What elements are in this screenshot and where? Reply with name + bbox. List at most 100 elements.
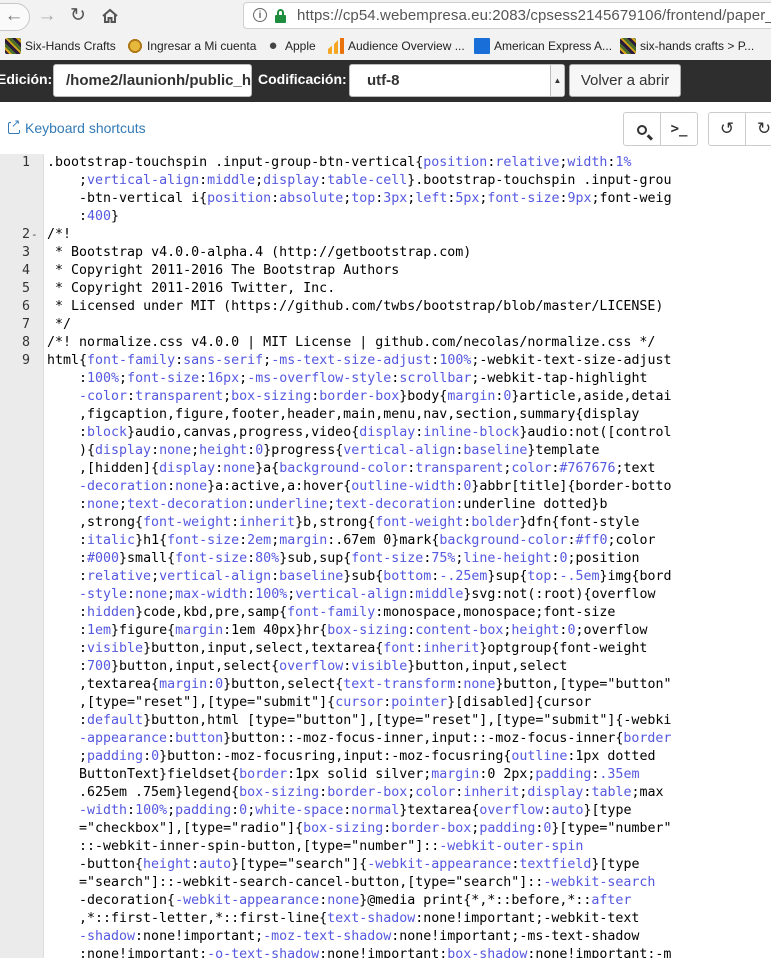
line-number: 8 <box>21 335 30 350</box>
browser-chrome: ← → ↻ i https://cp54.webempresa.eu:2083/… <box>0 0 771 60</box>
code-line[interactable]: -button{height:auto}[type="search"]{-web… <box>79 856 639 874</box>
code-line[interactable]: ,[type="reset"],[type="submit"]{cursor:p… <box>79 694 591 712</box>
editor-subbar: Keyboard shortcuts >_ ↺ ↻ <box>0 102 771 155</box>
code-line[interactable]: * Copyright 2011-2016 Twitter, Inc. <box>47 280 335 298</box>
bookmarks-bar: Six-Hands Crafts Ingresar a Mi cuenta ● A… <box>0 34 771 58</box>
code-line[interactable]: .bootstrap-touchspin .input-group-btn-ve… <box>47 154 631 172</box>
line-number: 5 <box>21 281 30 296</box>
undo-icon: ↺ <box>719 119 735 138</box>
redo-button[interactable]: ↻ <box>745 112 771 146</box>
code-line[interactable]: /*! normalize.css v4.0.0 | MIT License |… <box>47 334 655 352</box>
code-line[interactable]: :#000}small{font-size:80%}sub,sup{font-s… <box>79 550 640 568</box>
code-line[interactable]: :block}audio,canvas,progress,video{displ… <box>79 424 671 442</box>
browser-nav-row: ← → ↻ i https://cp54.webempresa.eu:2083/… <box>0 0 771 31</box>
code-line[interactable]: :italic}h1{font-size:2em;margin:.67em 0}… <box>79 532 656 550</box>
editor-toolbar: Edición: /home2/launionh/public_html Cod… <box>0 60 771 102</box>
code-line[interactable]: :none!important;-o-text-shadow:none!impo… <box>79 946 671 958</box>
bookmark-six-hands-crafts[interactable]: Six-Hands Crafts <box>5 36 116 56</box>
apple-logo-icon: ● <box>268 36 278 54</box>
code-line[interactable]: ="checkbox"],[type="radio"]{box-sizing:b… <box>79 820 671 838</box>
line-number: 7 <box>21 317 30 332</box>
reopen-button[interactable]: Volver a abrir <box>569 64 681 97</box>
bookmark-audience-overview[interactable]: Audience Overview ... <box>328 36 465 56</box>
redo-icon: ↻ <box>756 119 771 138</box>
line-number: 9 <box>21 353 30 368</box>
line-number: 3 <box>21 245 30 260</box>
analytics-bars-logo-icon <box>328 37 344 54</box>
code-line[interactable]: -shadow:none!important;-moz-text-shadow:… <box>79 928 639 946</box>
code-line[interactable]: ButtonText}fieldset{border:1px solid sil… <box>79 766 639 784</box>
code-line[interactable]: -decoration{-webkit-appearance:none}@med… <box>79 892 631 910</box>
code-line[interactable]: -width:100%;padding:0;white-space:normal… <box>79 802 632 820</box>
address-bar[interactable]: i https://cp54.webempresa.eu:2083/cpsess… <box>243 2 771 29</box>
code-line[interactable]: :none;text-decoration:underline;text-dec… <box>79 496 607 514</box>
code-area[interactable]: .bootstrap-touchspin .input-group-btn-ve… <box>47 154 671 958</box>
secure-lock-icon <box>275 9 286 23</box>
bookmark-ingresar[interactable]: Ingresar a Mi cuenta <box>127 36 256 56</box>
forward-arrow-icon[interactable]: → <box>34 3 60 29</box>
code-line[interactable]: :hidden}code,kbd,pre,samp{font-family:mo… <box>79 604 615 622</box>
amex-logo-icon <box>474 37 490 54</box>
line-number: 4 <box>21 263 30 278</box>
search-button[interactable] <box>623 112 661 146</box>
code-line[interactable]: ;vertical-align:middle;display:table-cel… <box>79 172 671 190</box>
code-line[interactable]: * Licensed under MIT (https://github.com… <box>47 298 663 316</box>
encoding-select[interactable]: utf-8 ▲ <box>349 64 565 97</box>
code-line[interactable]: -decoration:none}a:active,a:hover{outlin… <box>79 478 671 496</box>
editor-right-margin <box>671 154 771 958</box>
code-line[interactable]: :relative;vertical-align:baseline}sub{bo… <box>79 568 671 586</box>
code-line[interactable]: */ <box>47 316 71 334</box>
line-number: 1 <box>21 155 30 170</box>
edition-label: Edición: <box>0 71 53 87</box>
code-line[interactable]: :1em}figure{margin:1em 40px}hr{box-sizin… <box>79 622 648 640</box>
code-line[interactable]: :100%;font-size:16px;-ms-overflow-style:… <box>79 370 648 388</box>
bookmark-american-express[interactable]: American Express A... <box>474 36 612 56</box>
code-line[interactable]: ,textarea{margin:0}button,select{text-tr… <box>79 676 671 694</box>
code-line[interactable]: -color:transparent;box-sizing:border-box… <box>79 388 671 406</box>
code-line[interactable]: * Copyright 2011-2016 The Bootstrap Auth… <box>47 262 399 280</box>
code-line[interactable]: ::-webkit-inner-spin-button,[type="numbe… <box>79 838 583 856</box>
site-info-icon[interactable]: i <box>253 8 267 22</box>
line-number-gutter: 1 2-3 4 5 6 7 8 9 <box>0 154 44 958</box>
code-line[interactable]: :400} <box>79 208 119 226</box>
gold-coin-logo-icon <box>127 37 143 54</box>
code-line[interactable]: * Bootstrap v4.0.0-alpha.4 (http://getbo… <box>47 244 471 262</box>
code-line[interactable]: /*! <box>47 226 71 244</box>
select-arrows-icon: ▲ <box>550 65 564 96</box>
bookmark-apple[interactable]: ● Apple <box>265 36 315 56</box>
reload-icon[interactable]: ↻ <box>65 3 91 29</box>
code-line[interactable]: .625em .75em}legend{box-sizing:border-bo… <box>79 784 664 802</box>
code-line[interactable]: ;padding:0}button:-moz-focusring,input:-… <box>79 748 655 766</box>
back-arrow-icon[interactable]: ← <box>0 3 30 31</box>
terminal-button[interactable]: >_ <box>660 112 698 146</box>
terminal-icon: >_ <box>670 121 688 137</box>
encoding-value: utf-8 <box>367 72 400 89</box>
code-editor[interactable]: 1 2-3 4 5 6 7 8 9 .bootstrap-touchspin .input-g… <box>0 154 771 958</box>
code-line[interactable]: ){display:none;height:0}progress{vertica… <box>79 442 599 460</box>
undo-button[interactable]: ↺ <box>708 112 746 146</box>
code-line[interactable]: -style:none;max-width:100%;vertical-alig… <box>79 586 656 604</box>
code-line[interactable]: :default}button,html [type="button"],[ty… <box>79 712 671 730</box>
code-line[interactable]: :visible}button,input,select,textarea{fo… <box>79 640 647 658</box>
encoding-label: Codificación: <box>258 71 347 87</box>
code-line[interactable]: ,figcaption,figure,footer,header,main,me… <box>79 406 639 424</box>
code-line[interactable]: html{font-family:sans-serif;-ms-text-siz… <box>47 352 671 370</box>
fold-toggle-icon[interactable]: - <box>31 226 38 244</box>
code-line[interactable]: :700}button,input,select{overflow:visibl… <box>79 658 567 676</box>
search-icon <box>637 125 647 135</box>
code-line[interactable]: -appearance:button}button::-moz-focus-in… <box>79 730 671 748</box>
code-line[interactable]: -btn-vertical i{position:absolute;top:3p… <box>79 190 671 208</box>
external-link-icon <box>8 117 21 134</box>
keyboard-shortcuts-link[interactable]: Keyboard shortcuts <box>8 117 146 136</box>
code-line[interactable]: ,[hidden]{display:none}a{background-colo… <box>79 460 656 478</box>
code-line[interactable]: ="search"]::-webkit-search-cancel-button… <box>79 874 655 892</box>
home-icon[interactable] <box>97 3 123 29</box>
url-text[interactable]: https://cp54.webempresa.eu:2083/cpsess21… <box>297 7 771 24</box>
code-line[interactable]: ,strong{font-weight:inherit}b,strong{fon… <box>79 514 639 532</box>
six-hands-logo-icon <box>620 37 636 54</box>
six-hands-logo-icon <box>5 37 21 54</box>
bookmark-six-hands-p[interactable]: six-hands crafts > P... <box>620 36 754 56</box>
line-number: 6 <box>21 299 30 314</box>
code-line[interactable]: ,*::first-letter,*::first-line{text-shad… <box>79 910 639 928</box>
file-path-input[interactable]: /home2/launionh/public_html <box>53 64 252 97</box>
